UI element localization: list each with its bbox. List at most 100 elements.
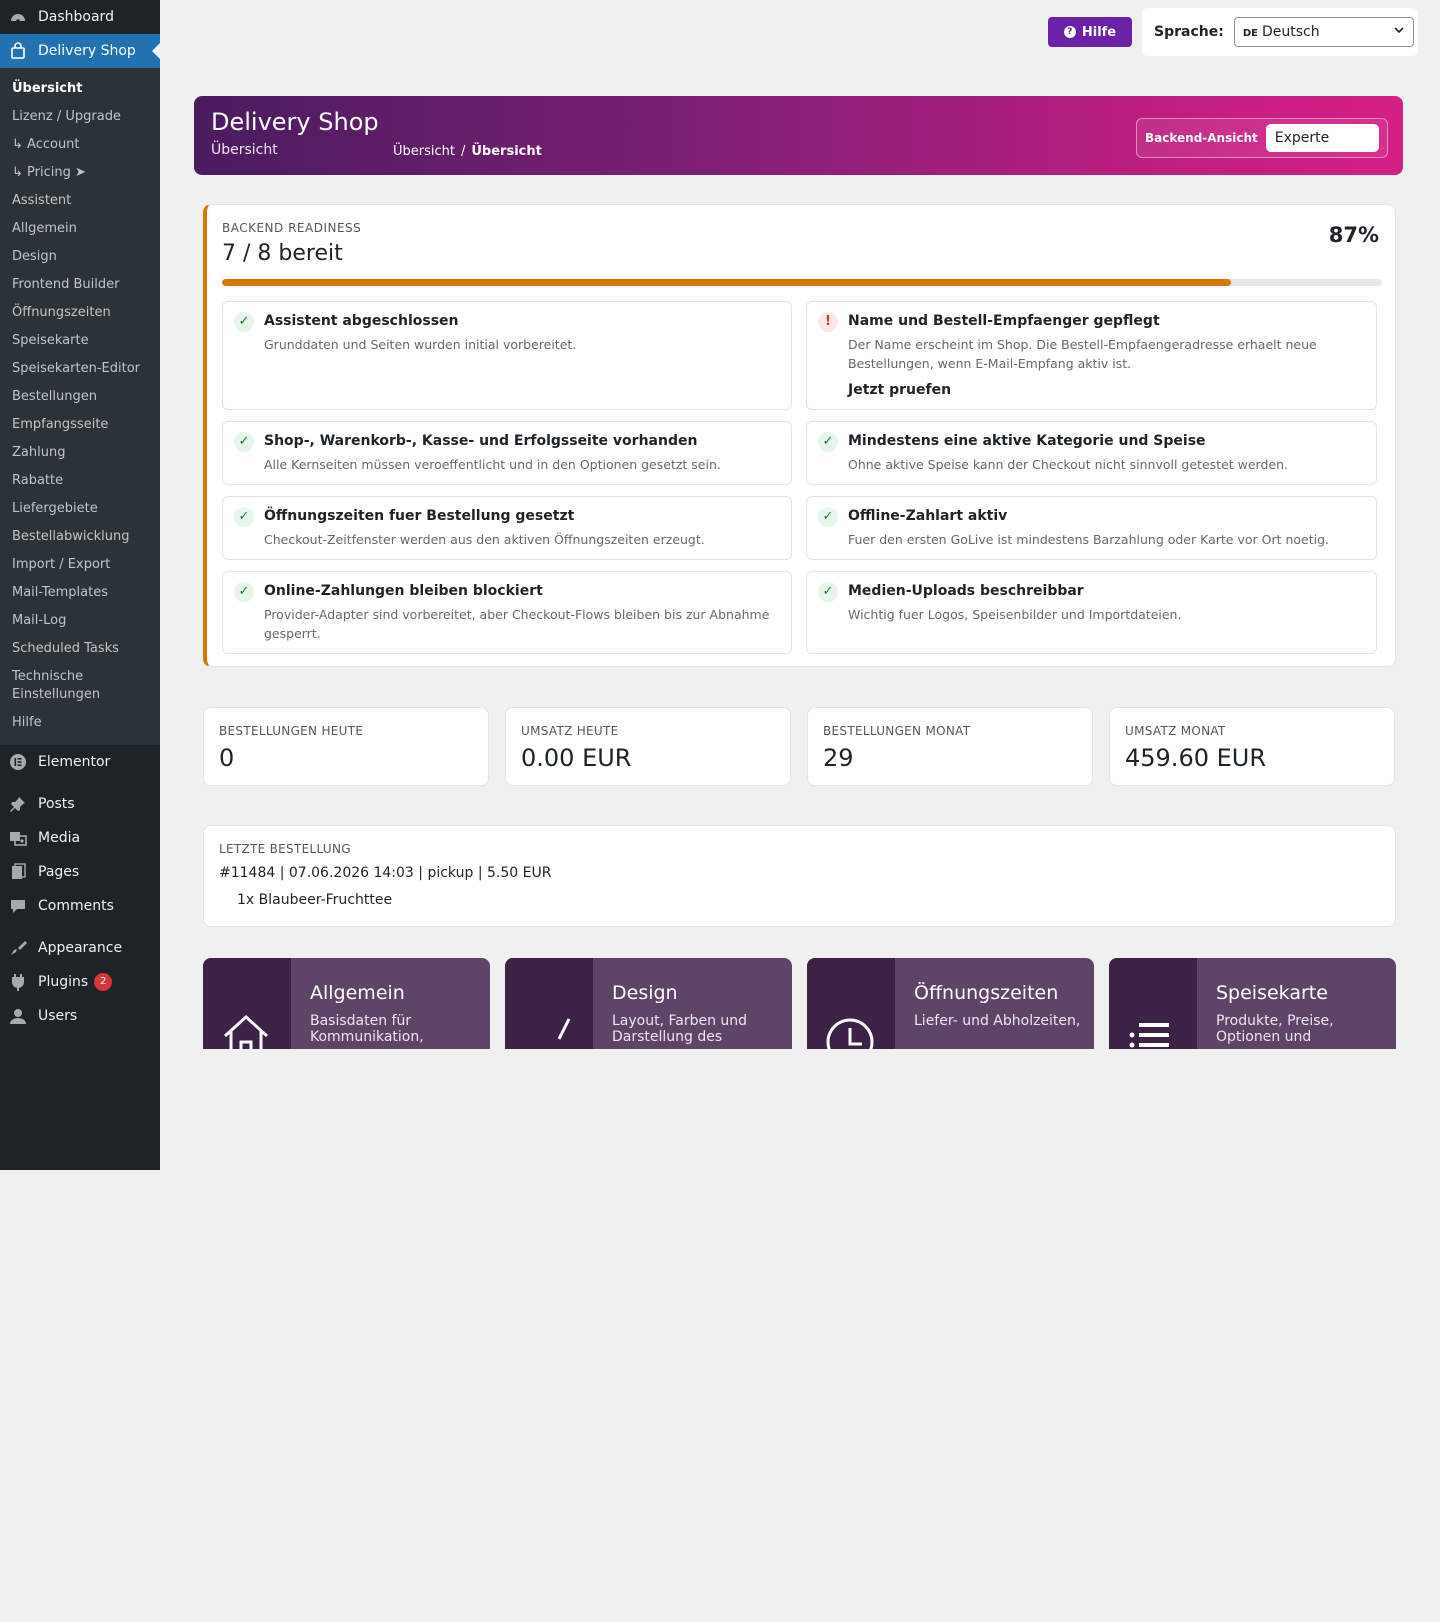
check-item: ✓ Offline-Zahlart aktiv Fuer den ersten …	[806, 496, 1377, 560]
readiness-progress-fill	[222, 279, 1232, 286]
submenu-item-zahlung[interactable]: Zahlung	[0, 439, 160, 467]
menu-label: Delivery Shop	[38, 43, 136, 59]
language-code: DE	[1242, 28, 1258, 39]
menu-plugins[interactable]: Plugins 2	[0, 965, 160, 999]
language-switcher: Sprache: DE Deutsch	[1142, 8, 1418, 56]
menu-label: Appearance	[38, 940, 123, 956]
warning-icon: !	[818, 312, 838, 332]
update-count-badge: 2	[94, 973, 113, 991]
menu-label: Users	[38, 1008, 78, 1024]
submenu-item-bestellungen[interactable]: Bestellungen	[0, 383, 160, 411]
menu-label: Plugins	[38, 974, 89, 990]
stat-card-orders-month: BESTELLUNGEN MONAT 29	[807, 707, 1093, 786]
user-icon	[8, 1006, 28, 1026]
media-icon	[8, 828, 28, 848]
tile-oeffnungszeiten[interactable]: Öffnungszeiten Liefer- und Abholzeiten,	[807, 958, 1094, 1049]
menu-dashboard[interactable]: Dashboard	[0, 0, 160, 34]
tile-description: Liefer- und Abholzeiten,	[914, 1013, 1081, 1029]
tile-speisekarte[interactable]: Speisekarte Produkte, Preise, Optionen u…	[1109, 958, 1396, 1049]
check-icon: ✓	[818, 507, 838, 527]
check-item: ✓ Medien-Uploads beschreibbar Wichtig fu…	[806, 571, 1377, 654]
tile-title: Speisekarte	[1216, 982, 1328, 1004]
submenu-item-assistent[interactable]: Assistent	[0, 187, 160, 215]
menu-appearance[interactable]: Appearance	[0, 931, 160, 965]
submenu-item-account[interactable]: ↳ Account	[0, 131, 160, 159]
help-button[interactable]: ? Hilfe	[1048, 17, 1132, 47]
breadcrumb: Übersicht / Übersicht	[393, 144, 542, 159]
last-order-summary[interactable]: #11484 | 07.06.2026 14:03 | pickup | 5.5…	[219, 865, 551, 881]
menu-users[interactable]: Users	[0, 999, 160, 1033]
tile-description: Layout, Farben und Darstellung des	[612, 1013, 748, 1046]
stat-card-revenue-month: UMSATZ MONAT 459.60 EUR	[1109, 707, 1395, 786]
comment-icon	[8, 896, 28, 916]
menu-comments[interactable]: Comments	[0, 889, 160, 923]
breadcrumb-separator: /	[460, 144, 466, 159]
submenu-item-allgemein[interactable]: Allgemein	[0, 215, 160, 243]
submenu-item-uebersicht[interactable]: Übersicht	[0, 75, 160, 103]
submenu-item-hilfe[interactable]: Hilfe	[0, 709, 160, 737]
check-icon: ✓	[818, 432, 838, 452]
menu-label: Elementor	[38, 754, 111, 770]
submenu-item-speisekarte[interactable]: Speisekarte	[0, 327, 160, 355]
breadcrumb-link[interactable]: Übersicht	[393, 144, 455, 159]
stat-value: 29	[823, 744, 854, 772]
check-now-link[interactable]: Jetzt pruefen	[848, 382, 951, 398]
submenu-item-speisekarten-editor[interactable]: Speisekarten-Editor	[0, 355, 160, 383]
submenu-item-frontend-builder[interactable]: Frontend Builder	[0, 271, 160, 299]
check-title: Shop-, Warenkorb-, Kasse- und Erfolgssei…	[264, 433, 698, 449]
check-icon: ✓	[234, 507, 254, 527]
menu-label: Media	[38, 830, 81, 846]
tile-design[interactable]: Design Layout, Farben und Darstellung de…	[505, 958, 792, 1049]
check-description: Alle Kernseiten müssen veroeffentlicht u…	[264, 457, 721, 472]
paintbrush-icon	[8, 938, 28, 958]
language-value: Deutsch	[1261, 24, 1320, 40]
language-label: Sprache:	[1154, 24, 1224, 40]
submenu-item-scheduled-tasks[interactable]: Scheduled Tasks	[0, 635, 160, 663]
page-header: Delivery Shop Übersicht Übersicht / Übersi…	[194, 96, 1403, 175]
language-select[interactable]: DE Deutsch	[1233, 17, 1414, 47]
stat-label: BESTELLUNGEN MONAT	[823, 724, 971, 738]
tile-description: Produkte, Preise, Optionen und	[1216, 1013, 1334, 1046]
delivery-shop-submenu: Übersicht Lizenz / Upgrade ↳ Account ↳ P…	[0, 68, 160, 745]
submenu-item-design[interactable]: Design	[0, 243, 160, 271]
tile-description: Basisdaten für Kommunikation,	[310, 1013, 424, 1046]
last-order-label: LETZTE BESTELLUNG	[219, 842, 351, 856]
stat-label: UMSATZ HEUTE	[521, 724, 619, 738]
page-title: Delivery Shop	[211, 108, 379, 136]
check-title: Assistent abgeschlossen	[264, 313, 459, 329]
submenu-item-technische-einstellungen[interactable]: Technische Einstellungen	[0, 663, 160, 709]
submenu-item-liefergebiete[interactable]: Liefergebiete	[0, 495, 160, 523]
breadcrumb-current: Übersicht	[471, 144, 542, 159]
menu-media[interactable]: Media	[0, 821, 160, 855]
submenu-item-import-export[interactable]: Import / Export	[0, 551, 160, 579]
submenu-item-rabatte[interactable]: Rabatte	[0, 467, 160, 495]
backend-readiness-card: BACKEND READINESS 7 / 8 bereit 87% ✓ Ass…	[203, 204, 1396, 667]
submenu-item-bestellabwicklung[interactable]: Bestellabwicklung	[0, 523, 160, 551]
submenu-item-pricing[interactable]: ↳ Pricing ➤	[0, 159, 160, 187]
tile-allgemein[interactable]: Allgemein Basisdaten für Kommunikation,	[203, 958, 490, 1049]
backend-view-switcher: Backend-Ansicht Experte	[1136, 118, 1388, 158]
check-description: Fuer den ersten GoLive ist mindestens Ba…	[848, 532, 1330, 547]
tile-title: Design	[612, 982, 678, 1004]
menu-label: Dashboard	[38, 9, 114, 25]
check-item: ✓ Mindestens eine aktive Kategorie und S…	[806, 421, 1377, 485]
menu-pages[interactable]: Pages	[0, 855, 160, 889]
submenu-item-empfangsseite[interactable]: Empfangsseite	[0, 411, 160, 439]
submenu-item-oeffnungszeiten[interactable]: Öffnungszeiten	[0, 299, 160, 327]
backend-view-select[interactable]: Experte	[1265, 124, 1379, 152]
submenu-item-mail-templates[interactable]: Mail-Templates	[0, 579, 160, 607]
list-icon	[1129, 1023, 1169, 1048]
readiness-count: 7 / 8 bereit	[222, 241, 343, 266]
elementor-icon	[8, 752, 28, 772]
check-item: ✓ Assistent abgeschlossen Grunddaten und…	[222, 301, 792, 410]
submenu-item-lizenz[interactable]: Lizenz / Upgrade	[0, 103, 160, 131]
menu-posts[interactable]: Posts	[0, 787, 160, 821]
menu-delivery-shop[interactable]: Delivery Shop	[0, 34, 160, 68]
readiness-progress-bar	[222, 279, 1382, 286]
check-description: Provider-Adapter sind vorbereitet, aber …	[264, 607, 770, 641]
submenu-item-mail-log[interactable]: Mail-Log	[0, 607, 160, 635]
dashboard-icon	[8, 7, 28, 27]
pages-icon	[8, 862, 28, 882]
question-icon: ?	[1063, 26, 1076, 38]
menu-elementor[interactable]: Elementor	[0, 745, 160, 779]
